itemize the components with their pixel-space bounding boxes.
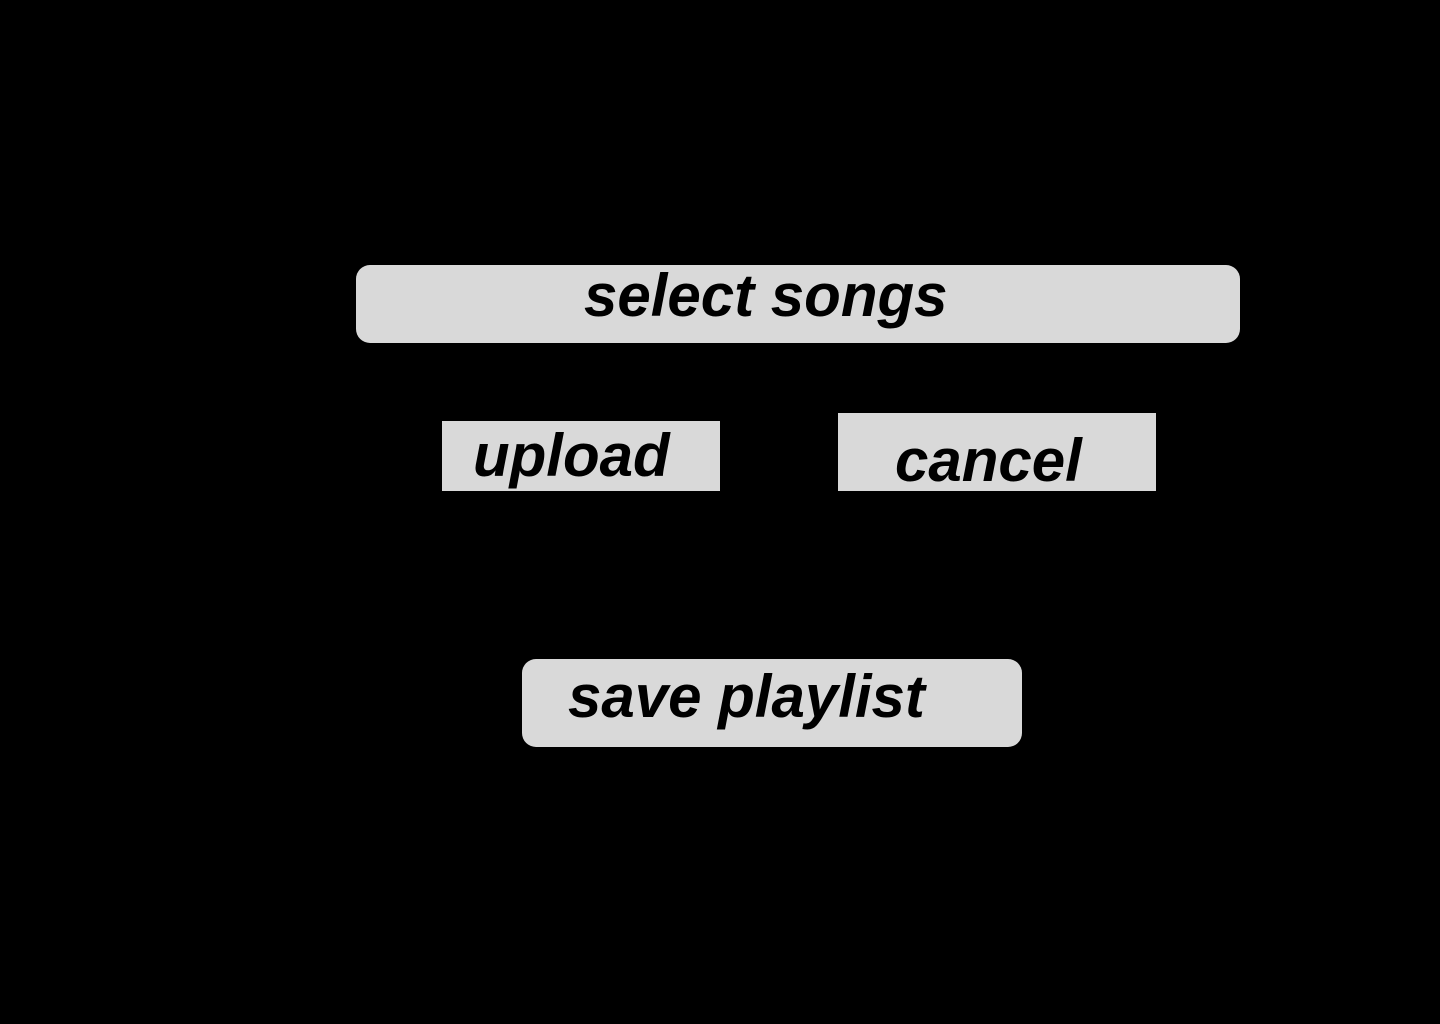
upload-label: upload xyxy=(473,422,670,489)
save-playlist-button[interactable]: save playlist xyxy=(522,659,1022,747)
upload-button[interactable]: upload xyxy=(442,421,720,491)
save-playlist-label: save playlist xyxy=(568,663,925,730)
playlist-screen: select songs upload cancel save playlist xyxy=(0,0,1440,1024)
cancel-button[interactable]: cancel xyxy=(838,413,1156,491)
select-songs-button[interactable]: select songs xyxy=(356,265,1240,343)
cancel-label: cancel xyxy=(895,427,1082,491)
select-songs-label: select songs xyxy=(584,265,948,329)
